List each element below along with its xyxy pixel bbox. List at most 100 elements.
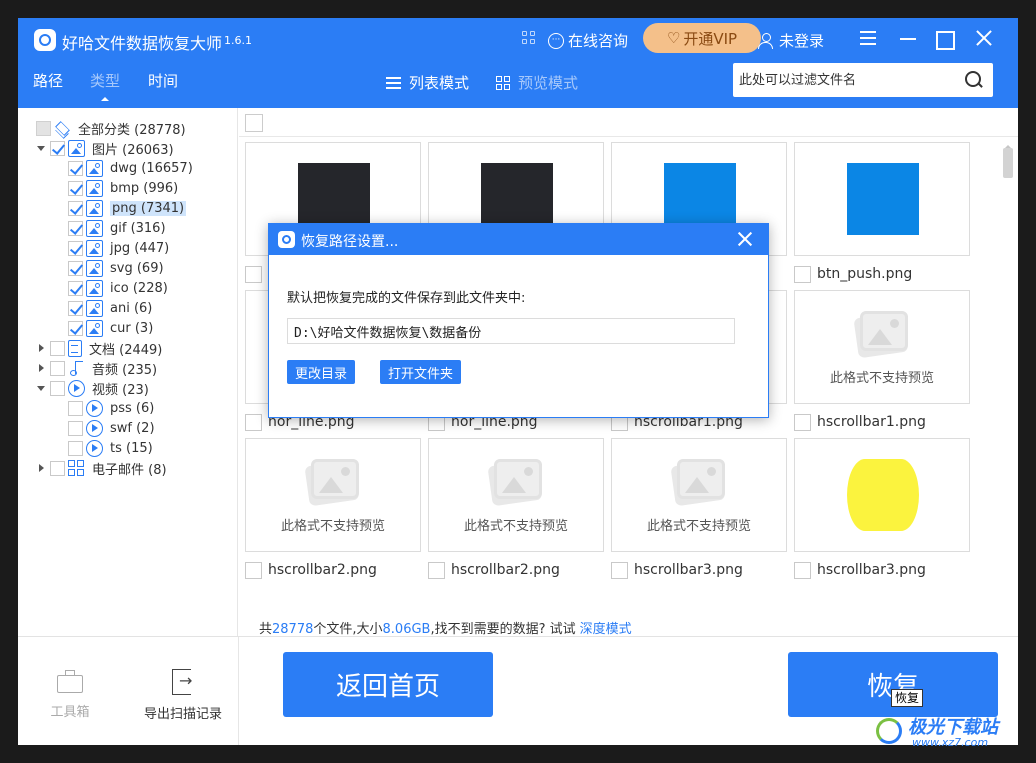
tab-type[interactable]: 类型: [90, 70, 120, 101]
tree-checkbox[interactable]: [68, 300, 83, 316]
file-checkbox[interactable]: [428, 561, 445, 579]
tree-label: 音频 (235): [92, 362, 158, 378]
collapse-arrow-icon[interactable]: [36, 383, 46, 393]
expand-arrow-icon[interactable]: [36, 343, 46, 353]
file-card[interactable]: [794, 142, 970, 256]
site-watermark: 极光下载站 www.xz7.com: [872, 712, 1032, 752]
login-button[interactable]: 未登录: [758, 30, 824, 51]
file-card[interactable]: [794, 438, 970, 552]
tree-checkbox[interactable]: [68, 420, 83, 436]
tree-checkbox[interactable]: [50, 340, 65, 356]
preview-mode-button[interactable]: 预览模式: [496, 72, 578, 93]
email-icon: [68, 459, 85, 477]
list-icon: [386, 76, 401, 89]
category-tree: 全部分类 (28778) 图片 (26063) dwg (16657) bmp …: [18, 108, 238, 636]
tree-item-svg[interactable]: svg (69): [68, 258, 164, 278]
expand-arrow-icon[interactable]: [36, 363, 46, 373]
tree-item-dwg[interactable]: dwg (16657): [68, 158, 193, 178]
tree-checkbox[interactable]: [36, 120, 51, 136]
close-icon[interactable]: [736, 230, 754, 248]
file-card[interactable]: 此格式不支持预览: [245, 438, 421, 552]
tree-checkbox[interactable]: [68, 280, 83, 296]
apps-grid-icon[interactable]: [522, 31, 536, 45]
tree-item-documents[interactable]: 文档 (2449): [36, 338, 162, 358]
tree-checkbox[interactable]: [50, 140, 65, 156]
tree-item-images[interactable]: 图片 (26063): [36, 138, 174, 158]
file-checkbox[interactable]: [245, 265, 262, 283]
tree-checkbox[interactable]: [68, 220, 83, 236]
file-card[interactable]: 此格式不支持预览: [611, 438, 787, 552]
vertical-scrollbar[interactable]: [1003, 148, 1013, 178]
tree-label: ts (15): [110, 440, 153, 456]
dialog-label: 默认把恢复完成的文件保存到此文件夹中:: [287, 291, 526, 306]
open-folder-button[interactable]: 打开文件夹: [380, 360, 462, 384]
export-scan-button[interactable]: 导出扫描记录: [138, 669, 228, 722]
tree-item-jpg[interactable]: jpg (447): [68, 238, 169, 258]
file-checkbox[interactable]: [611, 561, 628, 579]
tree-checkbox[interactable]: [68, 320, 83, 336]
change-directory-button[interactable]: 更改目录: [287, 360, 356, 384]
tree-checkbox[interactable]: [50, 360, 65, 376]
back-home-button[interactable]: 返回首页: [283, 652, 493, 717]
file-checkbox[interactable]: [794, 561, 811, 579]
expand-arrow-icon[interactable]: [36, 463, 46, 473]
minimize-icon[interactable]: [896, 26, 920, 50]
collapse-arrow-icon[interactable]: [36, 143, 46, 153]
tree-item-cur[interactable]: cur (3): [68, 318, 153, 338]
recover-button[interactable]: 恢复: [788, 652, 998, 717]
tree-checkbox[interactable]: [68, 400, 83, 416]
deep-mode-link[interactable]: 深度模式: [580, 622, 632, 637]
online-consult-button[interactable]: ··· 在线咨询: [548, 30, 628, 51]
tree-item-ts[interactable]: ts (15): [68, 438, 153, 458]
export-label: 导出扫描记录: [143, 707, 222, 722]
tree-checkbox[interactable]: [68, 180, 83, 196]
list-mode-button[interactable]: 列表模式: [386, 72, 469, 93]
tree-item-swf[interactable]: swf (2): [68, 418, 155, 438]
search-icon[interactable]: [965, 71, 983, 89]
no-preview-text: 此格式不支持预览: [646, 519, 751, 534]
layers-icon: [54, 120, 71, 137]
menu-icon[interactable]: [856, 26, 880, 50]
tree-item-audio[interactable]: 音频 (235): [36, 358, 157, 378]
tree-item-gif[interactable]: gif (316): [68, 218, 166, 238]
select-all-checkbox[interactable]: [245, 114, 263, 132]
music-icon: [68, 360, 85, 377]
tree-item-all[interactable]: 全部分类 (28778): [22, 118, 186, 138]
tree-item-bmp[interactable]: bmp (996): [68, 178, 178, 198]
watermark-logo-icon: [876, 718, 902, 744]
file-checkbox[interactable]: [794, 413, 811, 431]
file-checkbox[interactable]: [794, 265, 811, 283]
tab-time[interactable]: 时间: [148, 70, 178, 91]
tree-item-ani[interactable]: ani (6): [68, 298, 152, 318]
maximize-icon[interactable]: [932, 26, 956, 50]
tree-checkbox[interactable]: [50, 380, 65, 396]
file-card[interactable]: 此格式不支持预览: [794, 290, 970, 404]
tree-checkbox[interactable]: [50, 460, 65, 476]
tree-checkbox[interactable]: [68, 200, 83, 216]
tree-item-email[interactable]: 电子邮件 (8): [36, 458, 167, 478]
tree-label: svg (69): [110, 260, 164, 276]
tree-item-png[interactable]: png (7341): [68, 198, 187, 218]
file-thumbnail: [847, 459, 919, 531]
tree-checkbox[interactable]: [68, 260, 83, 276]
file-checkbox[interactable]: [245, 413, 262, 431]
save-path-field[interactable]: [287, 318, 735, 344]
tree-checkbox[interactable]: [68, 240, 83, 256]
tree-item-video[interactable]: 视频 (23): [36, 378, 149, 398]
vip-button[interactable]: ♡ 开通VIP: [643, 23, 761, 53]
tree-checkbox[interactable]: [68, 440, 83, 456]
close-icon[interactable]: [972, 26, 996, 50]
image-icon: [86, 179, 103, 197]
tab-path[interactable]: 路径: [33, 70, 63, 91]
tree-item-pss[interactable]: pss (6): [68, 398, 154, 418]
no-preview-text: 此格式不支持预览: [280, 519, 385, 534]
file-name: hscrollbar1.png: [817, 414, 926, 430]
image-icon: [86, 159, 103, 177]
filter-input[interactable]: [739, 70, 949, 90]
file-card[interactable]: 此格式不支持预览: [428, 438, 604, 552]
file-checkbox[interactable]: [245, 561, 262, 579]
tree-label: dwg (16657): [110, 160, 193, 176]
tree-item-ico[interactable]: ico (228): [68, 278, 168, 298]
tree-checkbox[interactable]: [68, 160, 83, 176]
toolbox-button[interactable]: 工具箱: [30, 669, 110, 720]
